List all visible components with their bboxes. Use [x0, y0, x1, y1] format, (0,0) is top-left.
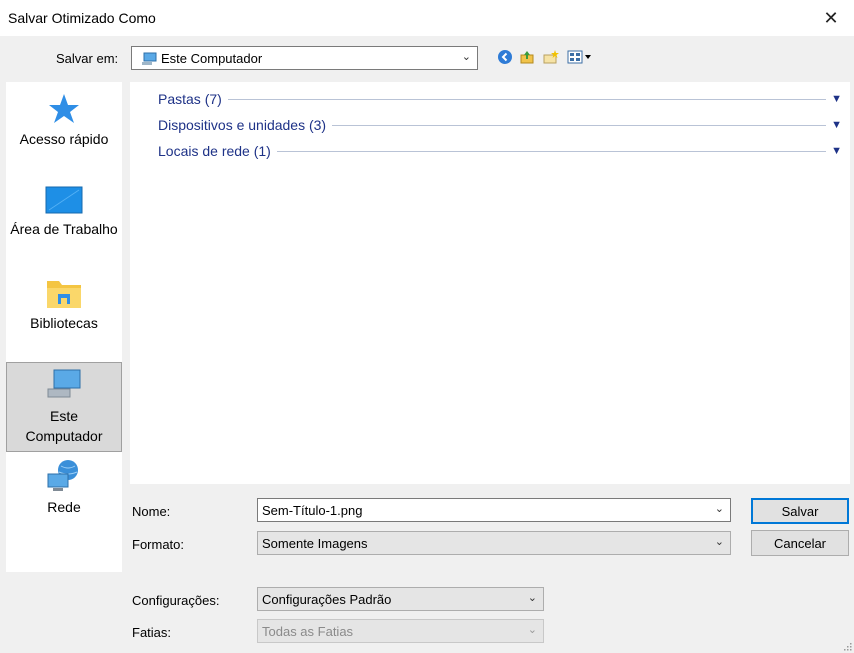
- chevron-down-icon: ▼: [831, 145, 842, 157]
- chevron-down-icon: ⌄: [714, 503, 724, 515]
- dialog-title: Salvar Otimizado Como: [8, 10, 156, 26]
- filename-value: Sem-Título-1.png: [262, 503, 363, 518]
- settings-label: Configurações:: [132, 593, 220, 608]
- name-label: Nome:: [132, 504, 171, 519]
- chevron-down-icon: ⌄: [527, 592, 537, 604]
- places-bar: Acesso rápido Área de Trabalho Bibliotec…: [6, 82, 122, 572]
- place-quick-access[interactable]: Acesso rápido: [6, 90, 122, 160]
- close-button[interactable]: ✕: [808, 0, 854, 36]
- chevron-down-icon: ▼: [831, 119, 842, 131]
- chevron-down-icon: ▼: [831, 93, 842, 105]
- format-label: Formato:: [132, 537, 185, 552]
- computer-icon: [47, 369, 81, 398]
- new-folder-button[interactable]: [542, 48, 560, 66]
- back-button[interactable]: [496, 48, 514, 66]
- computer-icon: [141, 52, 157, 69]
- new-folder-icon: [543, 50, 559, 64]
- chevron-down-icon: ⌄: [714, 536, 724, 548]
- desktop-icon: [45, 186, 83, 214]
- slices-label: Fatias:: [132, 625, 172, 640]
- location-dropdown[interactable]: Este Computador ⌄: [131, 46, 478, 70]
- format-dropdown[interactable]: Somente Imagens ⌄: [257, 531, 731, 555]
- filename-input[interactable]: Sem-Título-1.png ⌄: [257, 498, 731, 522]
- place-label: Bibliotecas: [30, 315, 98, 331]
- group-label: Locais de rede (1): [158, 143, 271, 159]
- group-header-network[interactable]: Locais de rede (1) ▼: [158, 141, 842, 161]
- group-divider: [227, 98, 826, 100]
- place-this-pc[interactable]: Este Computador: [6, 362, 122, 452]
- format-value: Somente Imagens: [262, 536, 368, 551]
- file-list[interactable]: Pastas (7) ▼ Dispositivos e unidades (3)…: [130, 82, 850, 484]
- resize-grip-icon[interactable]: [842, 641, 852, 651]
- place-desktop[interactable]: Área de Trabalho: [6, 182, 122, 252]
- place-label: Este Computador: [25, 408, 103, 444]
- up-folder-button[interactable]: [518, 48, 536, 66]
- cancel-button[interactable]: Cancelar: [751, 530, 849, 556]
- close-icon: ✕: [823, 7, 839, 28]
- settings-value: Configurações Padrão: [262, 592, 392, 607]
- group-divider: [276, 150, 826, 152]
- group-label: Pastas (7): [158, 91, 222, 107]
- place-libraries[interactable]: Bibliotecas: [6, 274, 122, 344]
- libraries-icon: [47, 281, 81, 308]
- chevron-down-icon: ⌄: [461, 51, 471, 63]
- save-button[interactable]: Salvar: [751, 498, 849, 524]
- place-label: Área de Trabalho: [10, 221, 118, 237]
- group-label: Dispositivos e unidades (3): [158, 117, 327, 133]
- location-value: Este Computador: [161, 51, 263, 66]
- slices-value: Todas as Fatias: [262, 624, 354, 639]
- chevron-down-icon: ⌄: [527, 624, 537, 636]
- slices-dropdown: Todas as Fatias ⌄: [257, 619, 544, 643]
- title-bar: Salvar Otimizado Como ✕: [0, 0, 854, 36]
- back-icon: [498, 50, 512, 64]
- save-in-label: Salvar em:: [56, 51, 119, 66]
- view-menu-icon: [567, 50, 591, 64]
- up-folder-icon: [520, 51, 534, 64]
- star-icon: [49, 94, 79, 123]
- place-network[interactable]: Rede: [6, 458, 122, 522]
- view-menu-button[interactable]: [566, 48, 594, 66]
- group-header-folders[interactable]: Pastas (7) ▼: [158, 89, 842, 109]
- group-header-devices[interactable]: Dispositivos e unidades (3) ▼: [158, 115, 842, 135]
- place-label: Acesso rápido: [19, 131, 109, 147]
- place-label: Rede: [47, 499, 81, 515]
- settings-dropdown[interactable]: Configurações Padrão ⌄: [257, 587, 544, 611]
- network-icon: [47, 460, 78, 491]
- group-divider: [332, 124, 826, 126]
